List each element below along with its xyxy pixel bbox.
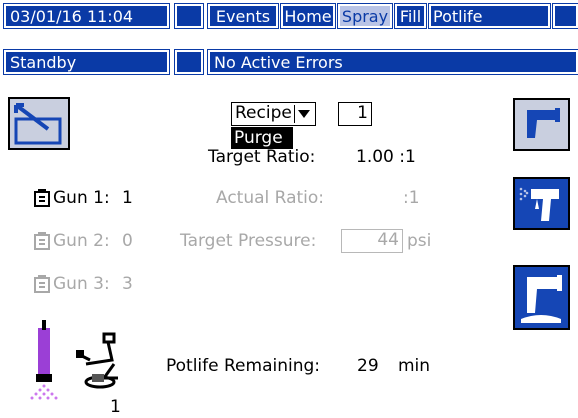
recipe-select[interactable]: Recipe	[231, 102, 316, 126]
gun-status-icon	[34, 189, 50, 211]
gun-3-value: 3	[122, 274, 133, 294]
gun-3-label: Gun 3:	[53, 274, 110, 294]
potlife-unit: min	[398, 356, 431, 376]
header-spacer-2	[174, 49, 204, 75]
header-spacer	[174, 3, 204, 29]
gun-status-icon	[34, 275, 50, 297]
tab-potlife[interactable]: Potlife	[428, 3, 551, 29]
recipe-option-purge[interactable]: Purge	[231, 127, 293, 149]
actual-ratio-label: Actual Ratio:	[216, 188, 325, 208]
potlife-value: 29	[357, 356, 379, 376]
actual-ratio-value: :1	[403, 188, 420, 208]
robot-arm-icon	[74, 330, 122, 394]
mix-screen-icon	[14, 103, 62, 145]
target-pressure-input[interactable]: 44	[341, 229, 403, 253]
gun-2-label: Gun 2:	[53, 231, 110, 251]
target-ratio-value: 1.00 :1	[356, 147, 416, 167]
tab-home[interactable]: Home	[280, 3, 336, 29]
station-number: 1	[110, 397, 121, 417]
target-pressure-label: Target Pressure:	[180, 231, 317, 251]
gun-flush-button[interactable]	[513, 98, 570, 151]
gun-trigger-icon	[519, 187, 559, 221]
gun-trigger-button[interactable]	[513, 177, 570, 230]
gun-1-label: Gun 1:	[53, 188, 110, 208]
tab-events[interactable]: Events	[207, 3, 279, 29]
chevron-down-icon	[294, 105, 313, 123]
gun-purge-icon	[521, 275, 562, 323]
gun-status-icon	[34, 232, 50, 254]
target-ratio-label: Target Ratio:	[208, 147, 316, 167]
tab-overflow[interactable]	[552, 3, 578, 29]
gun-flush-icon	[527, 108, 560, 138]
tab-fill[interactable]: Fill	[394, 3, 427, 29]
mix-screen-button[interactable]	[8, 97, 70, 150]
datetime-display: 03/01/16 11:04	[3, 3, 170, 29]
tab-spray[interactable]: Spray	[337, 3, 393, 29]
error-status: No Active Errors	[207, 49, 578, 75]
recipe-label: Recipe	[235, 103, 292, 123]
target-pressure-unit: psi	[407, 231, 432, 251]
recipe-number[interactable]: 1	[338, 102, 372, 126]
gun-purge-button[interactable]	[513, 265, 570, 330]
spray-gun-purple-icon	[28, 320, 72, 406]
system-status: Standby	[3, 49, 170, 75]
potlife-label: Potlife Remaining:	[166, 356, 321, 376]
gun-2-value: 0	[122, 231, 133, 251]
gun-1-value: 1	[122, 188, 133, 208]
